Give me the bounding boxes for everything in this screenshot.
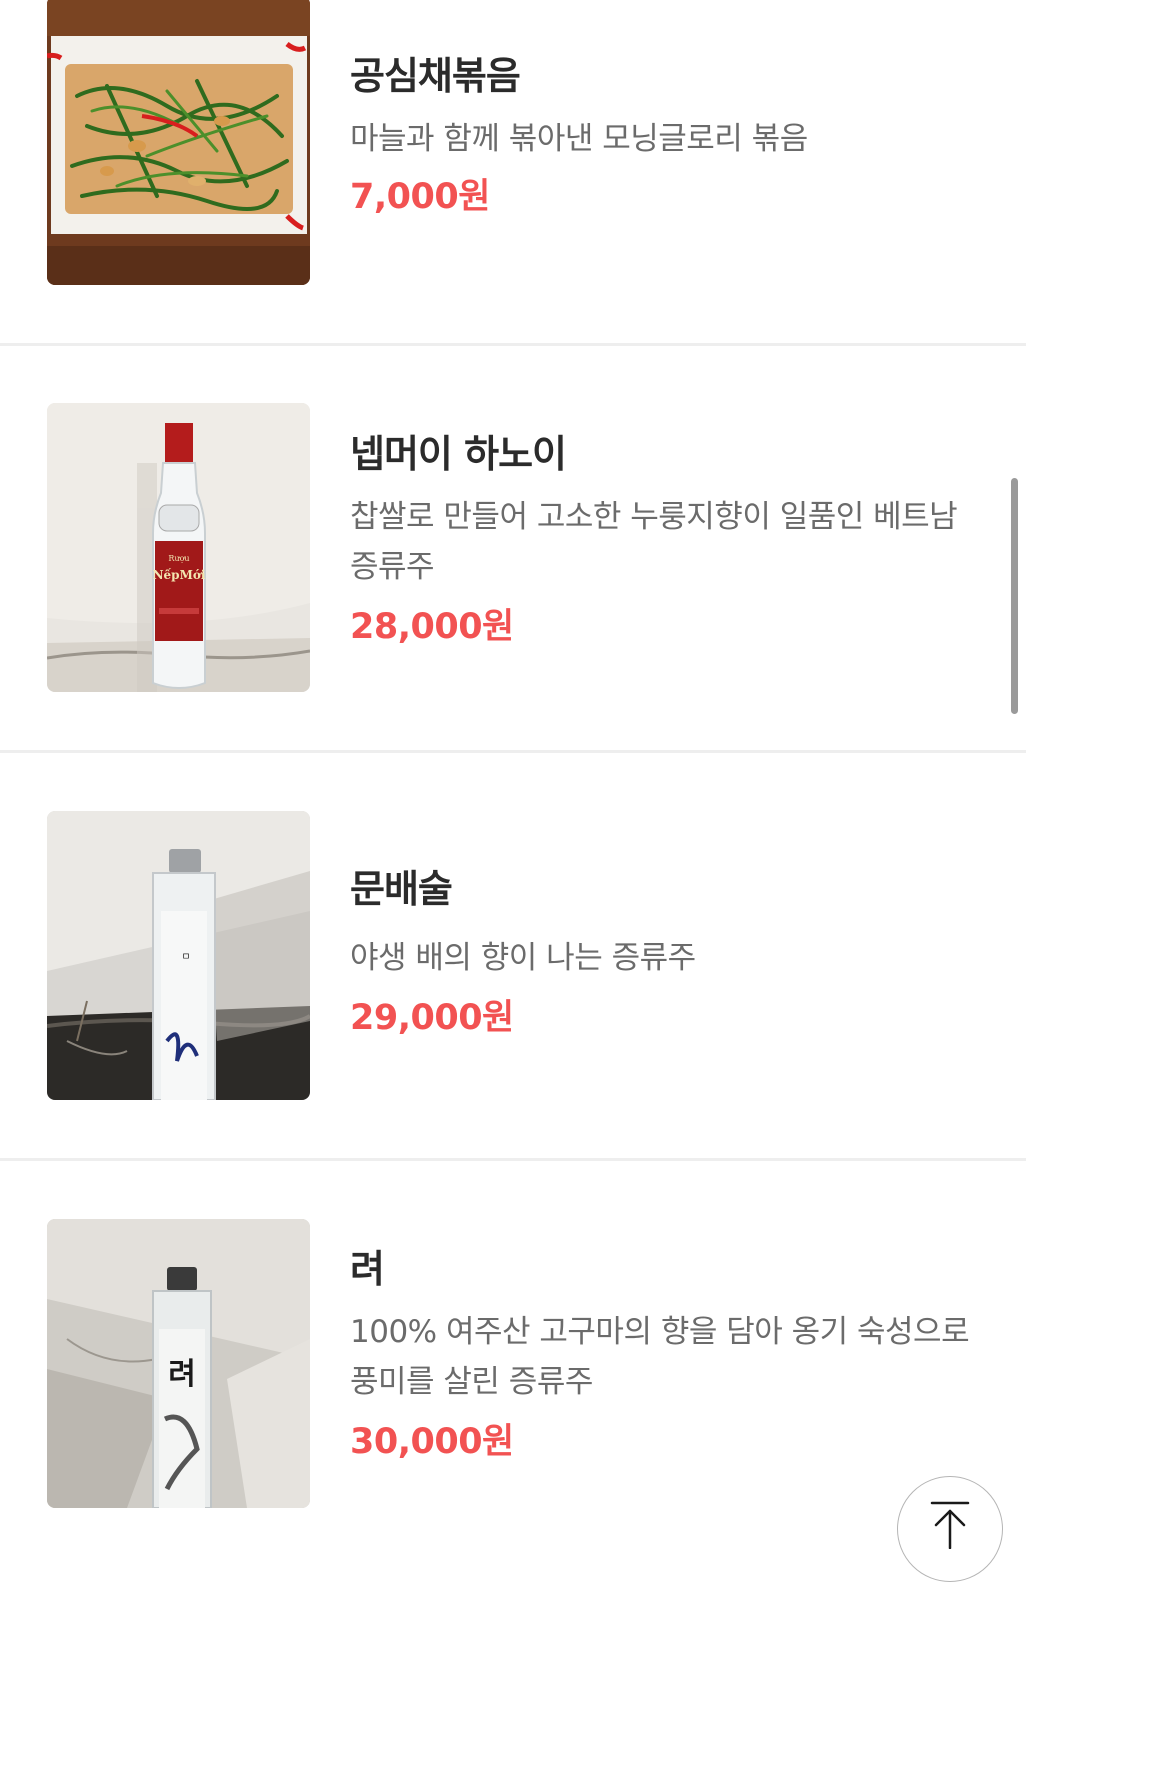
menu-item-price: 28,000원 bbox=[350, 607, 514, 647]
menu-item-description: 찹쌀로 만들어 고소한 누룽지향이 일품인 베트남 증류주 bbox=[350, 499, 958, 585]
menu-item[interactable]: Rượu NếpMới 넵머이 하노이 찹쌀로 만들어 고소한 누룽지향이 일품… bbox=[0, 346, 1026, 751]
scrollbar[interactable] bbox=[1011, 478, 1018, 714]
bottle-label-top: Rượu bbox=[168, 554, 189, 563]
menu-item-name: 공심채볶음 bbox=[350, 54, 521, 98]
bottle-label-main: NếpMới bbox=[153, 567, 206, 582]
menu-item-description: 마늘과 함께 볶아낸 모닝글로리 볶음 bbox=[350, 121, 808, 157]
menu-item-description: 야생 배의 향이 나는 증류주 bbox=[350, 940, 696, 976]
scroll-to-top-button[interactable] bbox=[897, 1476, 1003, 1582]
menu-item[interactable]: 려 려 100% 여주산 고구마의 향을 담아 옹기 숙성으로 풍미를 살린 증… bbox=[0, 1161, 1026, 1568]
menu-item-price: 30,000원 bbox=[350, 1422, 514, 1462]
menu-item-image: Rượu NếpMới bbox=[47, 403, 310, 692]
menu-item[interactable]: 공심채볶음 마늘과 함께 볶아낸 모닝글로리 볶음 7,000원 bbox=[0, 0, 1026, 343]
menu-item-image: ㅁ bbox=[47, 811, 310, 1100]
menu-item-price: 29,000원 bbox=[350, 998, 514, 1038]
menu-item-name: 려 bbox=[350, 1247, 385, 1291]
menu-item-price: 7,000원 bbox=[350, 177, 490, 217]
menu-item-name: 넵머이 하노이 bbox=[350, 432, 567, 476]
menu-item-name: 문배술 bbox=[350, 867, 453, 911]
bottle-label: 려 bbox=[168, 1357, 196, 1392]
menu-item-image bbox=[47, 0, 310, 285]
menu-item[interactable]: ㅁ 문배술 야생 배의 향이 나는 증류주 29,000원 bbox=[0, 753, 1026, 1158]
svg-text:ㅁ: ㅁ bbox=[179, 951, 190, 961]
menu-item-description: 100% 여주산 고구마의 향을 담아 옹기 숙성으로 풍미를 살린 증류주 bbox=[350, 1314, 970, 1400]
arrow-up-to-top-icon bbox=[930, 1501, 970, 1553]
menu-item-image: 려 bbox=[47, 1219, 310, 1508]
